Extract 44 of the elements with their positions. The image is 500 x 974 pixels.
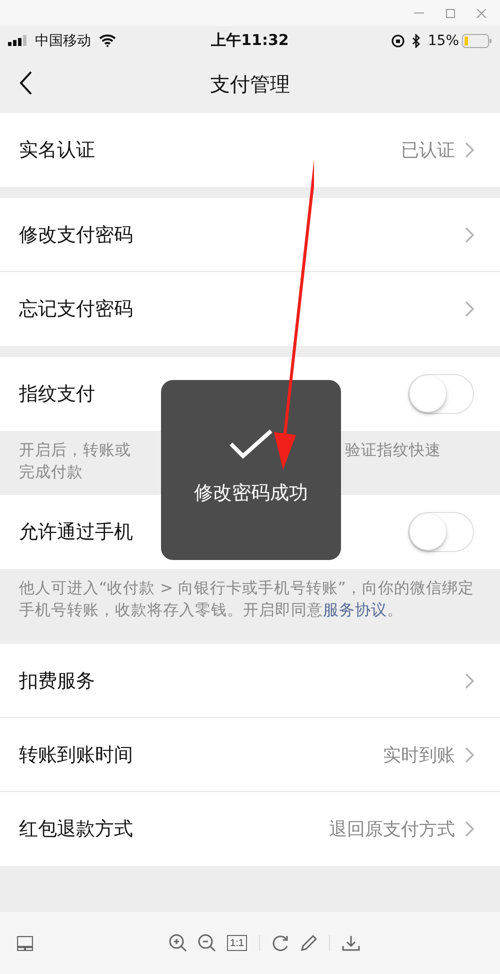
row-label: 扣费服务 (19, 668, 96, 694)
thumbnail-panel-icon[interactable] (17, 936, 33, 950)
maximize-icon[interactable] (446, 8, 455, 18)
row-value: 退回原支付方式 (329, 818, 455, 841)
chevron-icon (465, 142, 474, 158)
carrier-name: 中国移动 (35, 32, 91, 50)
toast-message: 修改密码成功 (194, 481, 308, 506)
download-icon[interactable] (342, 935, 360, 951)
row-label: 修改支付密码 (19, 222, 134, 248)
hint-text: 完成付款 (19, 463, 83, 481)
chevron-icon (465, 746, 474, 762)
bluetooth-icon (412, 34, 421, 48)
orientation-lock-icon (390, 34, 405, 48)
toggle-switch[interactable] (408, 374, 474, 414)
row-value: 实时到账 (383, 744, 455, 766)
wifi-icon (99, 34, 116, 47)
pencil-icon[interactable] (301, 935, 317, 951)
zoom-in-icon[interactable] (169, 934, 187, 952)
rotate-icon[interactable] (272, 934, 289, 952)
zoom-out-icon[interactable] (198, 934, 216, 952)
page-title: 支付管理 (210, 70, 290, 98)
battery-percent: 15% (428, 32, 459, 48)
chevron-icon (465, 672, 474, 688)
row-label: 实名认证 (19, 138, 96, 163)
toggle-switch[interactable] (408, 512, 474, 552)
hint-text: 开启后，转账或 (19, 440, 131, 461)
row-label: 红包退款方式 (19, 817, 134, 842)
minimize-icon[interactable] (414, 12, 424, 14)
hint-text: 验证指纹快速 (345, 440, 441, 461)
row-value: 已认证 (401, 139, 455, 162)
service-agreement-link[interactable]: 服务协议 (323, 601, 387, 619)
row-label: 指纹支付 (19, 382, 96, 407)
chevron-icon (465, 301, 474, 317)
status-time: 上午11:32 (211, 31, 289, 50)
close-icon[interactable] (477, 8, 486, 18)
chevron-icon (465, 821, 474, 837)
battery-icon (462, 34, 492, 48)
checkmark-icon (229, 428, 273, 460)
hint-text: 他人可进入“收付款 > 向银行卡或手机号转账”，向你的微信绑定手机号转账，收款将存入零钱。开启即同意服务协议。 (19, 578, 475, 621)
chevron-icon (465, 226, 474, 242)
row-label: 忘记支付密码 (19, 297, 134, 322)
row-label: 转账到账时间 (19, 742, 134, 768)
actual-size-button[interactable]: 1:1 (227, 935, 247, 951)
row-label: 允许通过手机 (19, 520, 134, 545)
